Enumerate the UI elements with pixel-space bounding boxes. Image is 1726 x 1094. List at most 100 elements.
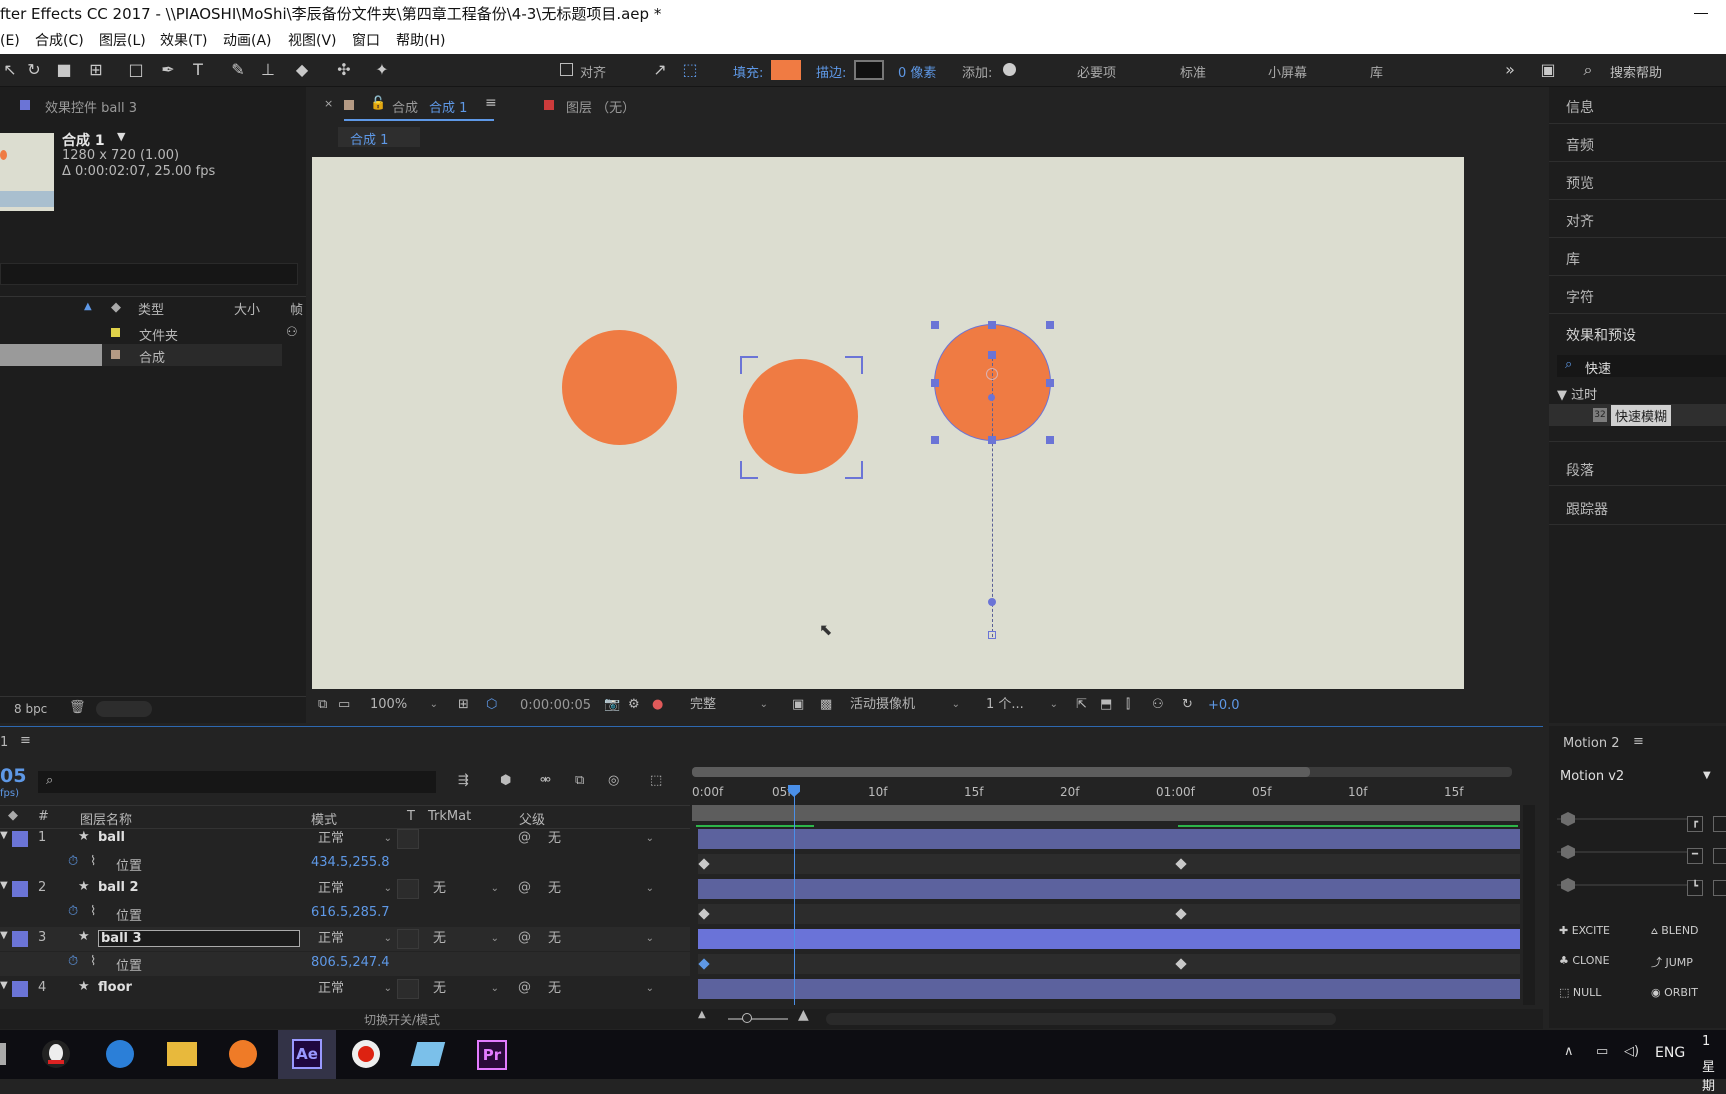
align-panel[interactable]: 对齐	[1566, 211, 1594, 231]
slider-track[interactable]	[1557, 851, 1687, 853]
fill-color-swatch[interactable]	[771, 60, 801, 80]
brush-tool-icon[interactable]: ✎	[228, 60, 248, 80]
thumbnail-slider[interactable]	[96, 701, 152, 717]
transform-handle[interactable]	[1046, 321, 1054, 329]
transform-handle[interactable]	[931, 321, 939, 329]
list-item[interactable]: 合成	[0, 344, 282, 366]
stopwatch-icon[interactable]: ⏱	[68, 854, 78, 869]
table-row[interactable]: ▼ 2 ★ ball 2 正常 ⌄ 无 ⌄ @ 无 ⌄	[0, 877, 690, 901]
graph-editor-icon[interactable]: ⬚	[650, 773, 662, 788]
camera-dropdown[interactable]: 活动摄像机 ⌄	[842, 695, 966, 715]
transform-handle[interactable]	[988, 351, 996, 359]
menu-view[interactable]: 视图(V)	[288, 28, 337, 54]
stopwatch-icon[interactable]: ⏱	[68, 954, 78, 969]
preserve-transparency-toggle[interactable]	[397, 829, 419, 849]
resolution-dropdown[interactable]: 完整 ⌄	[682, 695, 774, 715]
align-top-left-icon[interactable]: ┏	[1687, 816, 1703, 832]
stroke-width[interactable]: 0 像素	[898, 62, 936, 81]
firefox-icon[interactable]	[229, 1040, 257, 1068]
clock-time[interactable]: 1	[1702, 1034, 1710, 1049]
add-menu-icon[interactable]	[1003, 63, 1016, 76]
orbit-button[interactable]: ◉ ORBIT	[1651, 986, 1698, 999]
transparency-grid-icon[interactable]: ▩	[820, 697, 832, 712]
project-search-input[interactable]	[0, 263, 298, 285]
motion-blur-icon[interactable]: ◎	[608, 773, 619, 788]
trkmat-dropdown[interactable]: 无 ⌄	[425, 879, 505, 899]
bpc-label[interactable]: 8 bpc	[14, 702, 47, 716]
roto-brush-tool-icon[interactable]: ✣	[334, 60, 354, 80]
stopwatch-icon[interactable]: ⏱	[68, 904, 78, 919]
transform-handle[interactable]	[988, 321, 996, 329]
motion-menu-icon[interactable]: ▼	[1703, 770, 1711, 781]
parent-dropdown[interactable]: 无 ⌄	[540, 829, 660, 849]
align-top-right-icon[interactable]	[1713, 816, 1726, 832]
comp-tab-label[interactable]: 合成	[392, 97, 418, 116]
layer-duration-bar[interactable]	[698, 929, 1520, 949]
menu-layer[interactable]: 图层(L)	[99, 28, 146, 54]
workspace-essentials[interactable]: 必要项	[1077, 62, 1116, 81]
sync-settings-icon[interactable]: ▣	[1538, 60, 1558, 80]
zoom-slider-thumb[interactable]	[742, 1013, 752, 1023]
grid-icon[interactable]: ⊞	[458, 697, 469, 712]
type-column-header[interactable]: 类型	[138, 299, 164, 318]
comp-tab-active[interactable]: 合成 1	[429, 97, 467, 116]
table-row[interactable]: ▼ 3 ★ ball 3 正常 ⌄ 无 ⌄ @ 无 ⌄	[0, 927, 690, 951]
snapshot-icon[interactable]: 📷	[604, 697, 620, 712]
start-button[interactable]	[0, 1043, 6, 1065]
menu-help[interactable]: 帮助(H)	[396, 28, 445, 54]
panel-menu-icon[interactable]: ≡	[1633, 734, 1644, 749]
toggle-switches-modes[interactable]: 切换开关/模式	[364, 1011, 440, 1028]
pan-behind-tool-icon[interactable]: ⊞	[86, 60, 106, 80]
current-time[interactable]: 0:00:00:05	[520, 698, 591, 713]
layer-tab[interactable]: 图层 （无）	[566, 97, 635, 116]
vertical-scrollbar[interactable]	[1523, 805, 1535, 1005]
trkmat-dropdown[interactable]: 无 ⌄	[425, 929, 505, 949]
audio-panel[interactable]: 音频	[1566, 135, 1594, 155]
language-indicator[interactable]: ENG	[1655, 1045, 1685, 1061]
pick-whip-icon[interactable]: @	[518, 980, 531, 995]
table-row[interactable]: ▼ 4 ★ floor 正常 ⌄ 无 ⌄ @ 无 ⌄	[0, 977, 690, 1001]
graph-icon[interactable]: ⌇	[90, 904, 96, 919]
work-area-bar[interactable]	[692, 805, 1520, 821]
pick-whip-icon[interactable]: @	[518, 830, 531, 845]
align-bottom-left-icon[interactable]: ┗	[1687, 880, 1703, 896]
breadcrumb[interactable]: 合成 1	[338, 127, 420, 148]
workspace-standard[interactable]: 标准	[1180, 62, 1206, 81]
menu-edit[interactable]: (E)	[0, 28, 20, 54]
jump-button[interactable]: ⤴ JUMP	[1651, 954, 1693, 970]
show-snapshot-icon[interactable]: ⚙	[628, 697, 640, 712]
exposure-value[interactable]: +0.0	[1208, 698, 1240, 713]
trash-icon[interactable]: 🗑	[69, 700, 86, 715]
workspace-small-screen[interactable]: 小屏幕	[1268, 62, 1307, 81]
property-row[interactable]: ⏱ ⌇ 位置 434.5,255.8	[0, 852, 690, 876]
layer-duration-bar[interactable]	[698, 879, 1520, 899]
layer-label-color[interactable]	[12, 881, 28, 897]
parent-dropdown[interactable]: 无 ⌄	[540, 979, 660, 999]
graph-icon[interactable]: ⌇	[90, 854, 96, 869]
menu-effect[interactable]: 效果(T)	[160, 28, 207, 54]
volume-icon[interactable]: ◁)	[1624, 1044, 1639, 1059]
channels-icon[interactable]: ●	[652, 697, 663, 712]
search-icon[interactable]: ⌕	[1578, 60, 1598, 80]
slider-handle-icon[interactable]	[1561, 845, 1575, 859]
anchor-point-icon[interactable]	[986, 368, 998, 380]
align-checkbox[interactable]	[560, 63, 573, 76]
layer-name[interactable]: ball 2	[98, 880, 139, 895]
work-area-navigator[interactable]	[692, 767, 1512, 777]
preview-panel[interactable]: 预览	[1566, 173, 1594, 193]
align-center-icon[interactable]: ━	[1687, 848, 1703, 864]
puppet-tool-icon[interactable]: ✦	[372, 60, 392, 80]
transform-handle[interactable]	[931, 379, 939, 387]
property-row[interactable]: ⏱ ⌇ 位置 616.5,285.7	[0, 902, 690, 926]
character-panel[interactable]: 字符	[1566, 287, 1594, 307]
trkmat-dropdown[interactable]: 无 ⌄	[425, 979, 505, 999]
extra-column-header[interactable]: 帧	[290, 299, 303, 318]
obsolete-group[interactable]: ▼ 过时	[1557, 384, 1597, 403]
property-value[interactable]: 806.5,247.4	[311, 955, 390, 970]
expand-arrow-icon[interactable]: ▼	[0, 930, 8, 941]
qq-icon[interactable]	[42, 1040, 70, 1068]
taskbar-active-app[interactable]: Ae	[278, 1030, 336, 1079]
align-right-icon[interactable]	[1713, 848, 1726, 864]
workspace-library[interactable]: 库	[1370, 62, 1383, 81]
mask-visibility-icon[interactable]: ⬡	[486, 697, 497, 712]
